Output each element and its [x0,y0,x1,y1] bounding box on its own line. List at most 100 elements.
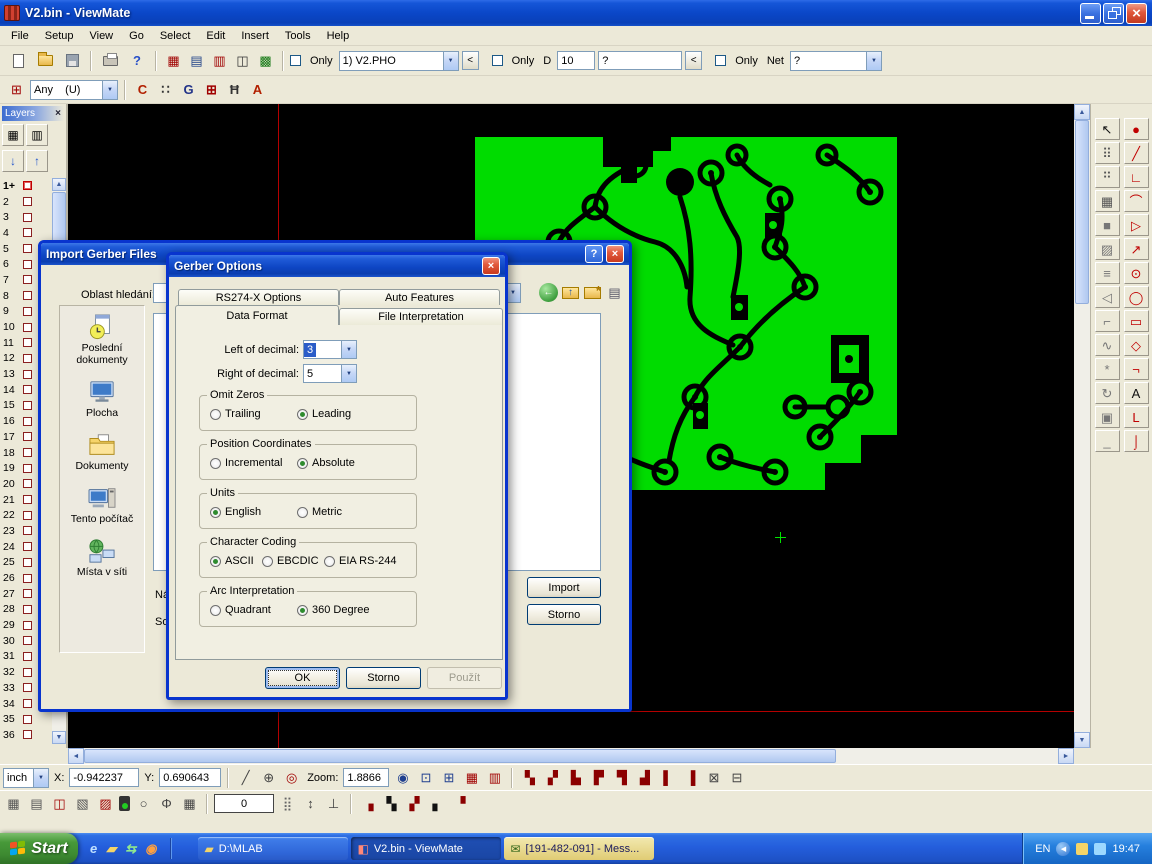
layer-combo[interactable]: 1) V2.PHO [339,51,459,71]
layer-color-swatch[interactable] [23,715,32,724]
language-indicator[interactable]: EN [1035,843,1050,855]
layer-color-swatch[interactable] [23,683,32,692]
new-folder-icon[interactable] [583,283,602,302]
prev-layer-button[interactable]: < [462,51,479,70]
help-icon[interactable]: ? [585,245,603,263]
pad-pattern-3-icon[interactable]: ▞ [404,793,425,814]
close-icon[interactable]: × [482,257,500,275]
line-tool-icon[interactable]: ╱ [1124,142,1149,164]
layer-row[interactable]: 35 [3,711,51,727]
pad-pattern-5-icon[interactable]: ▝ [450,793,471,814]
layers-panel-header[interactable]: Layers × [2,106,64,121]
place-network[interactable]: Místa v síti [60,538,144,578]
radio-icon[interactable] [210,409,221,420]
tray-icon-2[interactable] [1094,843,1106,855]
layer-color-swatch[interactable] [23,181,32,190]
start-button[interactable]: Start [0,833,78,864]
notch-tool-icon[interactable]: ¬ [1124,358,1149,380]
layer-color-swatch[interactable] [23,574,32,583]
chevron-down-icon[interactable] [102,81,117,99]
print-icon[interactable] [98,49,122,73]
taskbar-task[interactable]: ✉ [191-482-091] - Mess... [504,837,654,860]
layer-color-swatch[interactable] [23,401,32,410]
menu-item[interactable]: View [81,28,121,44]
radio-option-ascii[interactable]: ASCII [210,555,254,567]
scroll-down-icon[interactable]: ▼ [52,731,66,744]
radio-icon[interactable] [297,605,308,616]
copy-dcode-icon[interactable]: C [132,79,153,100]
layer-row[interactable]: 3 [3,209,51,225]
layer-color-swatch[interactable] [23,621,32,630]
measure-icon[interactable]: ╱ [235,767,256,788]
rect-tool-icon[interactable]: ▭ [1124,310,1149,332]
radio-option-incremental[interactable]: Incremental [210,457,282,469]
dot-grid-icon[interactable]: ⣿ [277,793,298,814]
radio-icon[interactable] [297,458,308,469]
taskbar-task[interactable]: ▰ D:\MLAB [198,837,348,860]
net-combo[interactable]: ? [790,51,882,71]
dcode-pattern-4-icon[interactable]: ▛ [588,767,609,788]
layer-color-swatch[interactable] [23,370,32,379]
close-icon[interactable]: × [55,108,61,119]
l-pad-tool-icon[interactable]: L [1124,406,1149,428]
only-net-checkbox[interactable] [715,55,726,66]
radio-option-ebcdic[interactable]: EBCDIC [262,555,319,567]
save-icon[interactable] [60,49,84,73]
layer-color-swatch[interactable] [23,197,32,206]
arc-tool-icon[interactable]: ⌒ [1124,190,1149,212]
tab[interactable]: RS274-X Options [178,289,339,305]
grid-red-icon[interactable]: ▦ [461,767,482,788]
dcode-pattern-8-icon[interactable]: ▐ [680,767,701,788]
split-icon[interactable]: ◫ [49,793,70,814]
step-tool-icon[interactable]: ⌐ [1095,310,1120,332]
green-arrows-icon[interactable]: ⇆ [125,841,136,857]
scroll-right-icon[interactable]: ► [1058,748,1074,764]
lasso-icon[interactable]: ○ [133,793,154,814]
radio-icon[interactable] [210,458,221,469]
radio-option-eia-rs244[interactable]: EIA RS-244 [324,555,396,567]
hatch-right-icon[interactable]: ▨ [95,793,116,814]
folder-icon[interactable]: ▰ [106,841,116,857]
layer-color-swatch[interactable] [23,260,32,269]
tab[interactable]: Data Format [175,305,339,325]
layer-row[interactable]: 2 [3,194,51,210]
place-recent-documents[interactable]: Poslední dokumenty [60,314,144,366]
ellipse-tool-icon[interactable]: ◯ [1124,286,1149,308]
hatch-left-icon[interactable]: ▧ [72,793,93,814]
layer-color-swatch[interactable] [23,526,32,535]
origin-icon[interactable]: ◎ [281,767,302,788]
radio-icon[interactable] [210,556,221,567]
radio-option-metric[interactable]: Metric [297,506,342,518]
count-field[interactable]: 0 [214,794,274,813]
snap-points-icon[interactable]: ⠿ [1095,142,1120,164]
layer-color-swatch[interactable] [23,589,32,598]
layer-color-swatch[interactable] [23,699,32,708]
layer-color-swatch[interactable] [23,385,32,394]
layer-color-swatch[interactable] [23,338,32,347]
zoom-grid-icon[interactable]: ⊞ [438,767,459,788]
goto-dcode-icon[interactable]: G [178,79,199,100]
radio-icon[interactable] [324,556,335,567]
layer-color-swatch[interactable] [23,448,32,457]
grid-dots-icon[interactable]: ⠛ [1095,166,1120,188]
pad-pattern-4-icon[interactable]: ▖ [427,793,448,814]
zoom-window-icon[interactable]: ⊡ [415,767,436,788]
place-desktop[interactable]: Plocha [60,379,144,419]
layer-color-swatch[interactable] [23,275,32,284]
layer-color-swatch[interactable] [23,432,32,441]
close-button[interactable] [1126,3,1147,24]
layer-color-swatch[interactable] [23,354,32,363]
left-of-decimal-combo[interactable]: 3 [303,340,357,359]
dcode-pattern-1-icon[interactable]: ▚ [519,767,540,788]
x-coordinate-field[interactable]: -0.942237 [69,768,139,787]
layer-color-swatch[interactable] [23,464,32,473]
scroll-up-icon[interactable]: ▲ [52,178,66,191]
radio-icon[interactable] [210,605,221,616]
aperture-selector-combo[interactable]: Any (U) [30,80,118,100]
right-of-decimal-combo[interactable]: 5 [303,364,357,383]
radio-option-leading[interactable]: Leading [297,408,351,420]
vector-tool-icon[interactable]: ↗ [1124,238,1149,260]
aperture-text-icon[interactable]: A [247,79,268,100]
new-file-icon[interactable] [6,49,30,73]
unit-combo[interactable]: inch [3,768,49,788]
